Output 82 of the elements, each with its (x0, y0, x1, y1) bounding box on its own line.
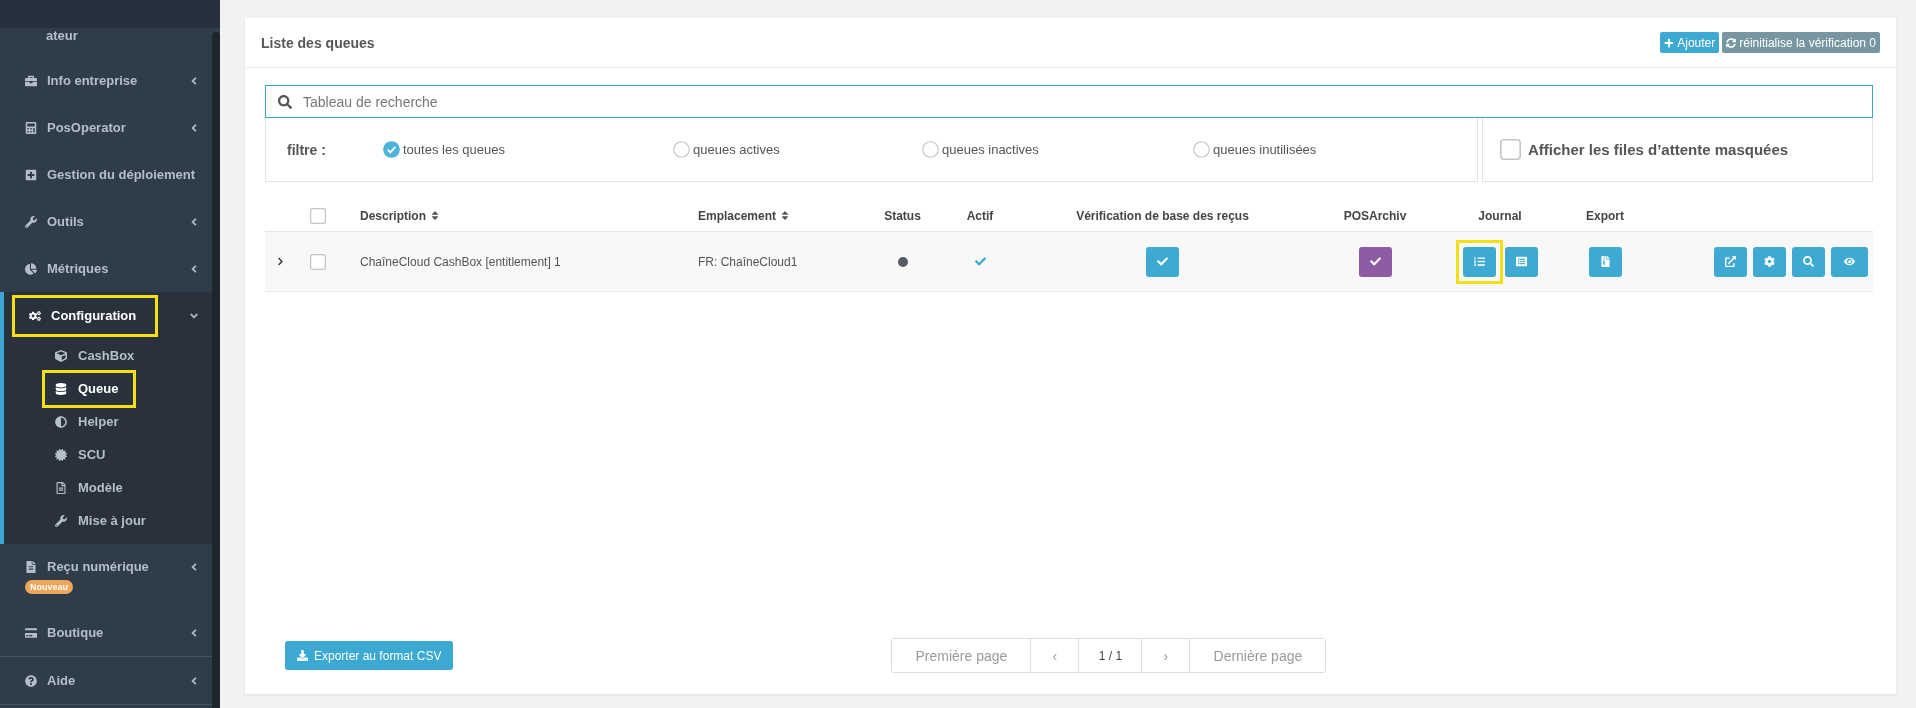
check-button[interactable] (1146, 246, 1179, 277)
column-header: Export (1586, 208, 1624, 223)
column-header[interactable]: Emplacement (698, 208, 777, 223)
check-button[interactable] (1358, 246, 1392, 277)
radio-label[interactable]: queues inutilisées (1213, 142, 1317, 157)
column-header: Actif (966, 208, 994, 223)
settings-icon (1764, 256, 1775, 267)
chevron-right-icon[interactable] (276, 257, 285, 266)
numbered-list-icon (1473, 256, 1485, 267)
menu-item[interactable]: Reçu numérique (12, 556, 155, 578)
checkbox-label[interactable]: Afficher les files d’attente masquées (1528, 141, 1789, 158)
column-header: Vérification de base des reçus (1076, 208, 1249, 223)
submenu-item[interactable]: Modèle (42, 476, 129, 499)
open-link-button[interactable] (1714, 246, 1747, 277)
row-checkbox[interactable] (310, 253, 326, 270)
settings-button[interactable] (1753, 246, 1786, 277)
calculator-icon (25, 121, 37, 134)
highlighted-submenu-item[interactable]: Queue (42, 369, 137, 408)
list-card-icon (1515, 256, 1527, 267)
briefcase-icon (25, 74, 37, 87)
submenu-item[interactable]: Helper (42, 410, 125, 433)
table-button[interactable] (1504, 246, 1538, 277)
filter-label: filtre : (287, 141, 326, 158)
radio-button[interactable] (922, 141, 939, 158)
check-icon (1157, 256, 1168, 267)
document-icon (25, 561, 37, 573)
radio-button[interactable] (383, 141, 400, 158)
plus-icon (1664, 37, 1675, 48)
eye-icon (1844, 256, 1855, 267)
search-icon (1803, 256, 1814, 267)
reset-button[interactable]: réinitialise la vérification 0 (1722, 32, 1880, 53)
column-header[interactable]: Description (360, 208, 426, 223)
seal-icon (55, 448, 67, 461)
list-button[interactable] (1462, 246, 1496, 277)
column-header: POSArchiv (1343, 208, 1407, 223)
archive-file-icon (1599, 256, 1611, 267)
help-icon (25, 674, 37, 687)
submenu-item[interactable]: Mise à jour (42, 509, 152, 532)
search-icon (278, 94, 292, 109)
queue-description: ChaîneCloud CashBox [entitlement] 1 (360, 254, 561, 269)
contrast-icon (55, 415, 67, 428)
radio-button[interactable] (673, 141, 690, 158)
radio-label[interactable]: queues inactives (942, 142, 1039, 157)
refresh-icon (1726, 37, 1737, 48)
radio-label[interactable]: toutes les queues (403, 142, 505, 157)
database-icon (55, 382, 67, 395)
file-button[interactable] (1588, 246, 1622, 277)
menu-item[interactable]: ateur (46, 28, 78, 44)
submenu-item[interactable]: SCU (42, 443, 112, 466)
gears-icon (29, 309, 41, 322)
sort-icon[interactable] (431, 210, 439, 221)
menu-item[interactable]: Boutique (12, 621, 110, 644)
wrench-icon (25, 215, 37, 228)
new-badge: Nouveau (25, 580, 73, 594)
cube-icon (55, 349, 67, 362)
scrollbar[interactable] (212, 32, 220, 708)
menu-item[interactable]: Métriques (12, 257, 115, 280)
check-icon (1369, 256, 1381, 267)
download-icon (297, 650, 308, 661)
select-all-checkbox[interactable] (310, 207, 326, 224)
radio-button[interactable] (1193, 141, 1210, 158)
submenu-item[interactable]: CashBox (42, 344, 141, 367)
wrench-icon (55, 514, 67, 527)
sort-icon[interactable] (781, 210, 790, 221)
pie-chart-icon (25, 262, 37, 275)
credit-card-icon (25, 626, 37, 639)
menu-item[interactable]: Outils (12, 210, 90, 233)
checkbox[interactable] (1500, 139, 1521, 160)
document-icon (55, 481, 67, 494)
menu-item[interactable]: Aide (12, 669, 82, 692)
column-header: Journal (1478, 208, 1522, 223)
panel-title: Liste des queues (261, 34, 375, 51)
queue-location: FR: ChaîneCloud1 (698, 254, 798, 269)
menu-item[interactable]: PosOperator (12, 116, 132, 139)
column-header: Status (884, 208, 921, 223)
menu-item[interactable]: Gestion du déploiement (12, 163, 202, 186)
external-link-icon (1725, 256, 1736, 267)
menu-item[interactable]: Info entreprise (12, 69, 144, 92)
highlighted-menu-item[interactable]: Configuration (12, 294, 159, 337)
radio-label[interactable]: queues actives (693, 142, 780, 157)
view-button[interactable] (1831, 246, 1868, 277)
search-button[interactable] (1792, 246, 1825, 277)
